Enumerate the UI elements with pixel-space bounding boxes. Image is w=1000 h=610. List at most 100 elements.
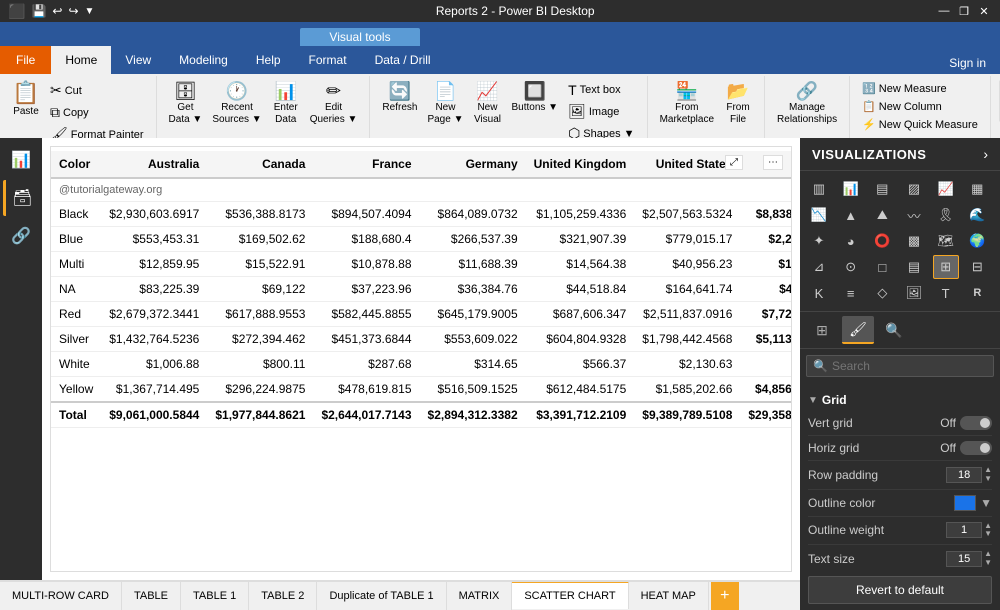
new-measure-btn[interactable]: 🔢 New Measure <box>858 80 982 97</box>
restore-btn[interactable]: ❐ <box>956 3 972 19</box>
paste-btn[interactable]: 📋 Paste <box>8 80 44 120</box>
viz-icon-clustered-bar[interactable]: 📊 <box>838 177 864 201</box>
grid-section-header[interactable]: ▼ Grid <box>808 389 992 411</box>
edit-queries-btn[interactable]: ✏ EditQueries ▼ <box>306 80 362 128</box>
outline-color-dropdown[interactable]: ▼ <box>980 496 992 510</box>
viz-icon-scatter[interactable]: ✦ <box>806 229 832 253</box>
tab-multi-row-card[interactable]: MULTI-ROW CARD <box>0 582 122 610</box>
viz-icon-card[interactable]: □ <box>869 255 895 279</box>
new-page-btn[interactable]: 📄 NewPage ▼ <box>423 80 467 128</box>
close-btn[interactable]: ✕ <box>976 3 992 19</box>
tab-scatter-chart[interactable]: SCATTER CHART <box>512 581 628 609</box>
tab-modeling[interactable]: Modeling <box>165 46 242 74</box>
text-size-input[interactable] <box>946 551 982 567</box>
viz-icon-r-visual[interactable]: R <box>964 281 990 305</box>
textbox-btn[interactable]: T Text box <box>564 80 639 100</box>
outline-color-swatch[interactable] <box>954 495 976 511</box>
viz-icon-100-col[interactable]: ▦ <box>964 177 990 201</box>
viz-icon-line-clustered[interactable]: 〰 <box>901 203 927 227</box>
viz-icon-image[interactable]: 🖼 <box>901 281 927 305</box>
quick-access-more[interactable]: ▼ <box>85 6 95 17</box>
viz-icon-slicer[interactable]: ≡ <box>838 281 864 305</box>
refresh-btn[interactable]: 🔄 Refresh <box>378 80 421 116</box>
viz-icon-clustered-col[interactable]: 📈 <box>933 177 959 201</box>
tab-table-1[interactable]: TABLE 1 <box>181 582 249 610</box>
panel-tab-format[interactable]: 🖌 <box>842 316 874 344</box>
viz-icon-multirow-card[interactable]: ▤ <box>901 255 927 279</box>
textbox-icon: T <box>568 82 577 98</box>
tab-home[interactable]: Home <box>51 46 111 74</box>
get-data-btn[interactable]: 🗄 GetData ▼ <box>165 80 207 128</box>
buttons-btn[interactable]: 🔲 Buttons ▼ <box>507 80 562 116</box>
tab-view[interactable]: View <box>111 46 165 74</box>
clipboard-small: ✂ Cut ⧉ Copy 🖌 Format Painter <box>46 80 148 145</box>
viz-icon-donut[interactable]: ⭕ <box>869 229 895 253</box>
viz-icon-waterfall[interactable]: 🌊 <box>964 203 990 227</box>
from-marketplace-btn[interactable]: 🏪 FromMarketplace <box>656 80 718 128</box>
cell-2-5: $14,564.38 <box>526 252 635 277</box>
viz-icon-kpi[interactable]: K <box>806 281 832 305</box>
copy-btn[interactable]: ⧉ Copy <box>46 102 148 123</box>
quick-access-redo[interactable]: ↪ <box>68 4 78 18</box>
vert-grid-toggle[interactable] <box>960 416 992 430</box>
tab-duplicate-table-1[interactable]: Duplicate of TABLE 1 <box>317 582 446 610</box>
tab-format[interactable]: Format <box>295 46 361 74</box>
viz-icon-stacked-area[interactable]: ⛰ <box>869 203 895 227</box>
viz-icon-100-bar[interactable]: ▤ <box>869 177 895 201</box>
new-visual-btn[interactable]: 📈 NewVisual <box>469 80 505 128</box>
text-size-down[interactable]: ▼ <box>984 559 992 568</box>
viz-icon-map[interactable]: 🗺 <box>933 229 959 253</box>
row-padding-down[interactable]: ▼ <box>984 475 992 484</box>
revert-to-default-btn[interactable]: Revert to default <box>808 576 992 604</box>
tab-heat-map[interactable]: HEAT MAP <box>629 582 709 610</box>
viz-icon-line[interactable]: 📉 <box>806 203 832 227</box>
tab-file[interactable]: File <box>0 46 51 74</box>
viz-icon-area[interactable]: ▲ <box>838 203 864 227</box>
recent-sources-btn[interactable]: 🕐 RecentSources ▼ <box>208 80 265 128</box>
new-quick-measure-btn[interactable]: ⚡ New Quick Measure <box>858 116 982 133</box>
tab-data-drill[interactable]: Data / Drill <box>361 46 445 74</box>
sidebar-btn-data[interactable]: 🗃 <box>3 180 39 216</box>
enter-data-btn[interactable]: 📊 EnterData <box>268 80 304 128</box>
viz-icon-gauge[interactable]: ⊙ <box>838 255 864 279</box>
quick-access-save[interactable]: 💾 <box>31 4 46 18</box>
tab-help[interactable]: Help <box>242 46 295 74</box>
outline-weight-down[interactable]: ▼ <box>984 530 992 539</box>
search-input[interactable] <box>832 359 987 373</box>
outline-weight-input[interactable] <box>946 522 982 538</box>
vert-grid-control: Off <box>940 416 992 430</box>
visual-tools-tab[interactable]: Visual tools <box>300 28 420 46</box>
viz-icon-shape[interactable]: ◇ <box>869 281 895 305</box>
add-page-btn[interactable]: + <box>711 582 739 610</box>
viz-icon-funnel[interactable]: ⊿ <box>806 255 832 279</box>
sign-in-btn[interactable]: Sign in <box>935 52 1000 74</box>
panel-tab-analytics[interactable]: 🔍 <box>878 316 910 344</box>
viz-icon-matrix[interactable]: ⊟ <box>964 255 990 279</box>
viz-icon-stacked-col[interactable]: ▨ <box>901 177 927 201</box>
panel-tab-fields[interactable]: ⊞ <box>806 316 838 344</box>
from-file-btn[interactable]: 📂 FromFile <box>720 80 756 128</box>
paste-label: Paste <box>13 106 39 118</box>
tab-matrix[interactable]: MATRIX <box>447 582 513 610</box>
viz-icon-filled-map[interactable]: 🌍 <box>964 229 990 253</box>
viz-icon-ribbon[interactable]: 🎗 <box>933 203 959 227</box>
sidebar-btn-relationships[interactable]: 🔗 <box>3 218 39 254</box>
tab-table[interactable]: TABLE <box>122 582 181 610</box>
col-header-color: Color <box>51 151 101 178</box>
image-btn[interactable]: 🖼 Image <box>564 101 639 122</box>
new-column-btn[interactable]: 📋 New Column <box>858 98 982 115</box>
horiz-grid-toggle[interactable] <box>960 441 992 455</box>
viz-icon-pie[interactable]: ◕ <box>838 229 864 253</box>
row-padding-input[interactable] <box>946 467 982 483</box>
viz-icon-stacked-bar[interactable]: ▥ <box>806 177 832 201</box>
viz-icon-treemap[interactable]: ▩ <box>901 229 927 253</box>
panel-expand-btn[interactable]: › <box>983 146 988 162</box>
tab-table-2[interactable]: TABLE 2 <box>249 582 317 610</box>
viz-icon-textbox[interactable]: T <box>933 281 959 305</box>
manage-relationships-btn[interactable]: 🔗 ManageRelationships <box>773 80 841 128</box>
viz-icon-table[interactable]: ⊞ <box>933 255 959 279</box>
minimize-btn[interactable]: — <box>936 3 952 19</box>
sidebar-btn-report[interactable]: 📊 <box>3 142 39 178</box>
quick-access-undo[interactable]: ↩ <box>52 4 62 18</box>
cut-btn[interactable]: ✂ Cut <box>46 80 148 101</box>
